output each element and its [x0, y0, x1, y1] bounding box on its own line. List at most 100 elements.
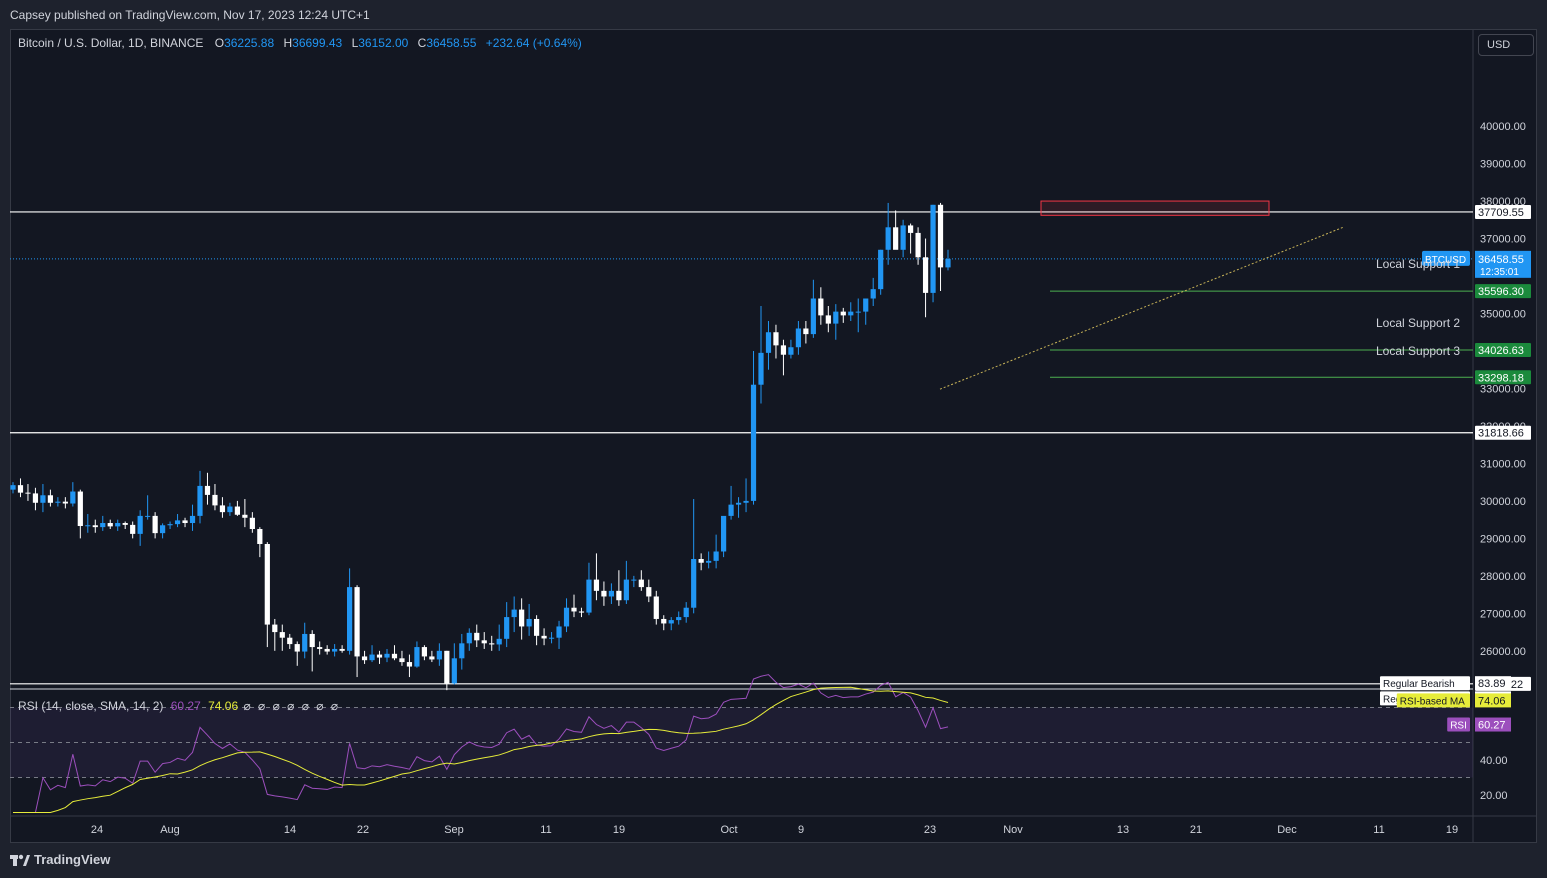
candle-body: [369, 654, 375, 661]
rsi-badge-label: Regular Bearish: [1383, 679, 1455, 690]
hidden-plots-icons[interactable]: ⌀ ⌀ ⌀ ⌀ ⌀ ⌀ ⌀: [243, 699, 340, 713]
time-axis-label: Oct: [720, 824, 737, 836]
time-axis-label: Sep: [444, 824, 464, 836]
candle-body: [758, 352, 764, 385]
candle-body: [212, 494, 218, 506]
price-axis-label: 29000.00: [1480, 533, 1526, 545]
candle-body: [721, 515, 727, 552]
candle-body: [803, 328, 809, 335]
candle-body: [384, 653, 390, 658]
candle-body: [249, 517, 255, 530]
candle-body: [765, 332, 772, 353]
candle-body: [930, 204, 936, 293]
candle-body: [429, 656, 435, 660]
candle-body: [406, 662, 413, 667]
candle-body: [601, 590, 607, 597]
candle-body: [47, 495, 53, 503]
candle-body: [474, 632, 480, 641]
price-axis-label: 39000.00: [1480, 159, 1526, 171]
publisher-line: Capsey published on TradingView.com, Nov…: [10, 8, 370, 22]
rsi-axis-label: 20.00: [1480, 790, 1508, 802]
time-axis-label: 22: [357, 824, 369, 836]
candle-body: [279, 632, 285, 638]
price-axis-label: 37000.00: [1480, 234, 1526, 246]
candle-body: [548, 637, 555, 639]
rsi-badge-label: RSI-based MA: [1400, 696, 1465, 707]
time-axis-label: 21: [1190, 824, 1202, 836]
candle-body: [466, 632, 472, 644]
candle-body: [309, 633, 315, 648]
candle-body: [376, 654, 383, 658]
candle-body: [115, 523, 121, 527]
level-badge-value: 37709.55: [1478, 207, 1524, 219]
candle-body: [92, 525, 98, 528]
rsi-badge-value: 60.27: [1478, 720, 1506, 732]
candle-body: [70, 491, 76, 504]
low-label: L: [351, 36, 359, 50]
candle-body: [77, 491, 83, 527]
candle-body: [182, 520, 188, 524]
candle-body: [795, 328, 801, 348]
candle-body: [773, 332, 779, 346]
candle-body: [167, 524, 173, 526]
candle-body: [294, 644, 300, 652]
candle-body: [421, 647, 427, 657]
price-axis-label: 40000.00: [1480, 121, 1526, 133]
candle-body: [780, 345, 787, 355]
candle-body: [541, 635, 547, 639]
candle-body: [840, 311, 846, 316]
candle-body: [174, 520, 181, 525]
resistance-box: [1040, 200, 1270, 216]
publish-header: Capsey published on TradingView.com, Nov…: [0, 0, 1547, 30]
candle-body: [152, 515, 158, 534]
candle-body: [481, 640, 487, 644]
candle-body: [257, 529, 263, 545]
level-badge-value: 33298.18: [1478, 372, 1524, 384]
candle-body: [563, 607, 570, 627]
close-label: C: [417, 36, 427, 50]
candle-body: [937, 204, 944, 268]
candle-body: [863, 298, 869, 312]
candle-body: [623, 579, 629, 601]
tradingview-logo-icon: [10, 854, 30, 866]
price-chart[interactable]: 40000.0039000.0038000.0037000.0035000.00…: [10, 29, 1537, 843]
candle-body: [713, 551, 719, 561]
candle-body: [878, 249, 884, 290]
candle-body: [885, 227, 891, 250]
candle-body: [945, 258, 951, 268]
open-label: O: [214, 36, 225, 50]
candle-body: [519, 609, 525, 627]
candle-body: [586, 579, 592, 613]
symbol-title: Bitcoin / U.S. Dollar, 1D, BINANCE: [18, 36, 204, 50]
candle-body: [818, 298, 824, 316]
candle-body: [85, 525, 91, 527]
candle-body: [242, 514, 248, 518]
candle-body: [451, 658, 457, 684]
candle-body: [922, 257, 929, 293]
candle-body: [459, 643, 465, 659]
candle-body: [833, 311, 839, 324]
change-value: +232.64 (+0.64%): [485, 36, 582, 50]
candle-body: [706, 560, 712, 563]
rsi-axis-label: 40.00: [1480, 755, 1508, 767]
tradingview-footer[interactable]: TradingView: [10, 852, 110, 867]
currency-selector[interactable]: USD: [1478, 34, 1534, 56]
price-axis-label: 35000.00: [1480, 309, 1526, 321]
candle-body: [204, 485, 211, 495]
price-axis-label: 26000.00: [1480, 646, 1526, 658]
rsi-ma-value: 74.06: [208, 699, 239, 713]
candle-body: [556, 626, 562, 638]
candle-body: [361, 656, 368, 661]
time-axis-label: 19: [613, 824, 625, 836]
price-axis-label: 30000.00: [1480, 496, 1526, 508]
candle-body: [683, 607, 689, 618]
candle-body: [496, 638, 502, 645]
candle-body: [107, 523, 113, 527]
rsi-badge-value: 74.06: [1478, 695, 1506, 707]
time-axis-label: 14: [284, 824, 296, 836]
candle-body: [788, 347, 794, 355]
rsi-badge-value: 83.89: [1478, 678, 1506, 690]
candle-body: [661, 618, 667, 624]
time-axis-label: Aug: [160, 824, 180, 836]
rsi-title: RSI (14, close, SMA, 14, 2): [18, 699, 164, 713]
